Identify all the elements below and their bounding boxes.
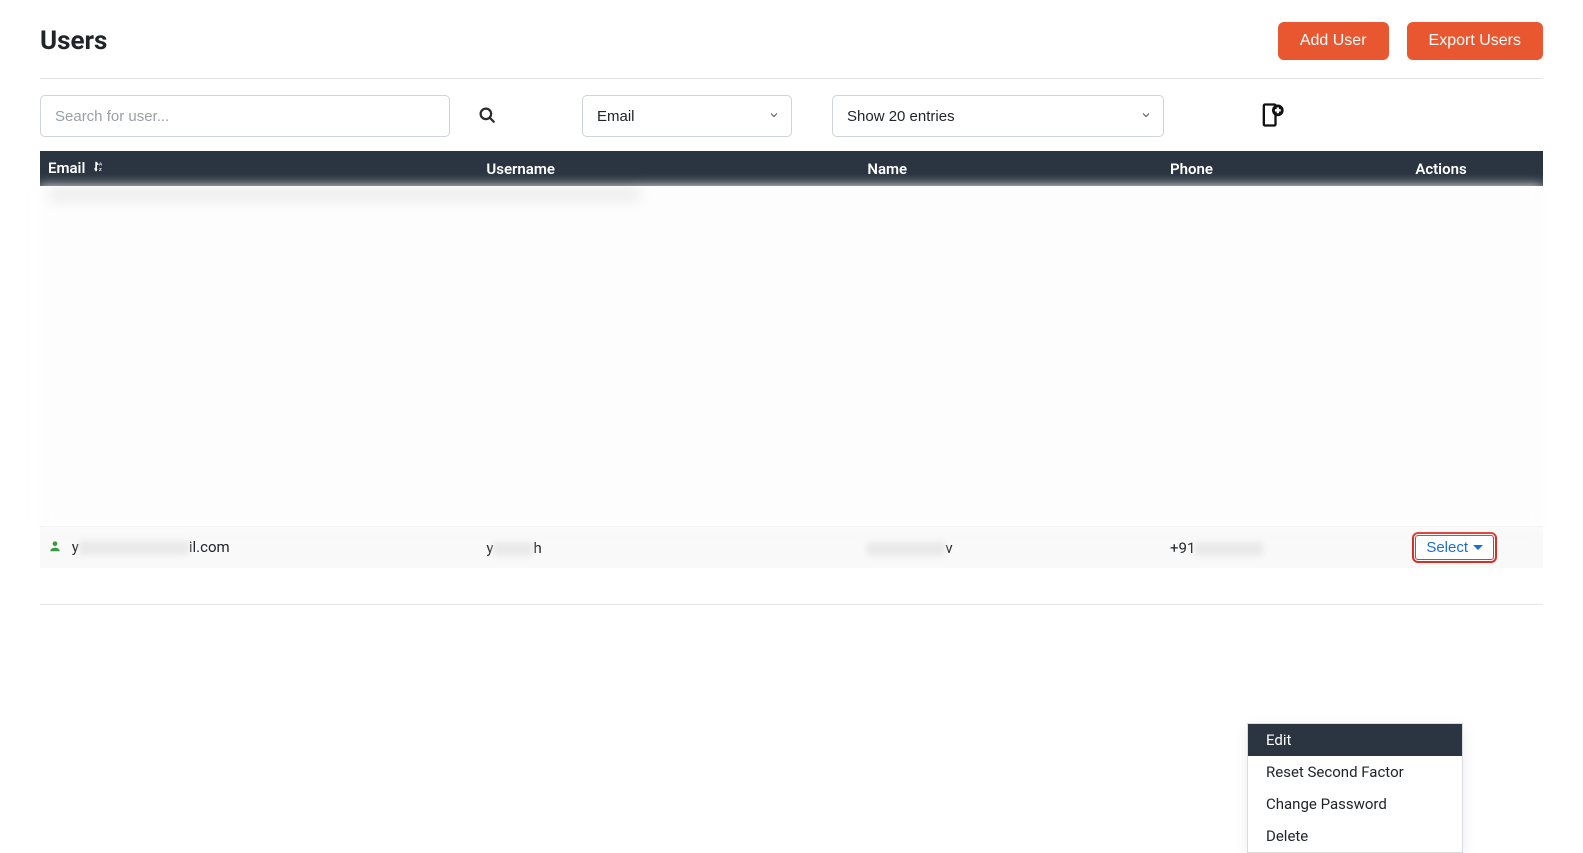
table-row[interactable]: yil.com yh v +91 Select <box>40 527 1543 569</box>
email-prefix: y <box>72 538 79 556</box>
username-prefix: y <box>486 539 493 557</box>
import-user-button[interactable] <box>1258 101 1286 132</box>
username-suffix: h <box>533 539 541 557</box>
header-buttons: Add User Export Users <box>1278 22 1543 60</box>
redacted-content <box>40 186 1543 526</box>
redacted-segment <box>1195 542 1263 556</box>
action-menu-edit[interactable]: Edit <box>1248 724 1462 756</box>
column-header-email-label: Email <box>48 159 85 177</box>
page-title: Users <box>40 26 107 56</box>
column-header-actions: Actions <box>1407 151 1543 186</box>
action-menu-change-password[interactable]: Change Password <box>1248 788 1462 820</box>
users-table-wrap: Email AZ Username Name Phone Actions <box>40 151 1543 605</box>
svg-text:Z: Z <box>99 167 102 172</box>
action-menu-delete[interactable]: Delete <box>1248 820 1462 852</box>
column-header-email[interactable]: Email AZ <box>40 151 478 186</box>
email-suffix: il.com <box>189 538 230 556</box>
name-suffix: v <box>945 539 952 557</box>
cell-email: y il.com <box>40 527 478 569</box>
row-action-menu: Edit Reset Second Factor Change Password… <box>1247 723 1463 853</box>
device-add-icon <box>1258 117 1286 132</box>
add-user-button[interactable]: Add User <box>1278 22 1389 60</box>
export-users-button[interactable]: Export Users <box>1407 22 1543 60</box>
search-icon <box>478 112 496 127</box>
cell-username: yh <box>478 527 859 569</box>
filter-by-select[interactable]: Email <box>582 95 792 137</box>
search-input[interactable] <box>40 95 450 137</box>
users-table: Email AZ Username Name Phone Actions <box>40 151 1543 568</box>
cell-name: v <box>859 527 1162 569</box>
action-menu-reset-second-factor[interactable]: Reset Second Factor <box>1248 756 1462 788</box>
page-header: Users Add User Export Users <box>40 22 1543 79</box>
table-rows-redacted <box>40 186 1543 527</box>
table-header-row: Email AZ Username Name Phone Actions <box>40 151 1543 186</box>
phone-prefix: +91 <box>1170 539 1195 557</box>
row-action-select-button[interactable]: Select <box>1415 535 1494 560</box>
column-header-name[interactable]: Name <box>859 151 1162 186</box>
redacted-segment <box>493 542 533 556</box>
filters-bar: Email Show 20 entries <box>40 95 1543 151</box>
redacted-segment <box>79 541 189 555</box>
svg-text:A: A <box>99 161 103 166</box>
caret-down-icon <box>1473 545 1483 550</box>
column-header-username[interactable]: Username <box>478 151 859 186</box>
cell-actions: Select <box>1407 527 1543 569</box>
redacted-segment <box>867 542 945 556</box>
search-button[interactable] <box>472 100 502 133</box>
user-icon <box>48 539 62 557</box>
sort-az-icon: AZ <box>93 160 107 178</box>
entries-select[interactable]: Show 20 entries <box>832 95 1164 137</box>
row-action-select-label: Select <box>1426 539 1468 556</box>
column-header-phone[interactable]: Phone <box>1162 151 1407 186</box>
cell-phone: +91 <box>1162 527 1407 569</box>
